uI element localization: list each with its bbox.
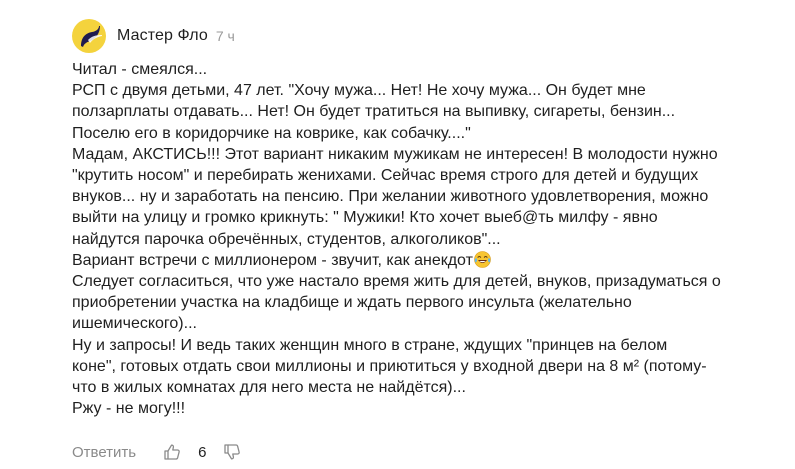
avatar[interactable] — [72, 19, 106, 53]
comment-line-with-emoji: Вариант встречи с миллионером - звучит, … — [72, 250, 772, 271]
comment-line: РСП с двумя детьми, 47 лет. "Хочу мужа..… — [72, 82, 646, 100]
comment-line: Мадам, АКСТИСЬ!!! Этот вариант никаким м… — [72, 145, 718, 163]
like-count: 6 — [198, 443, 207, 461]
comment-line: Читал - смеялся... — [72, 61, 208, 78]
comment-line: приобретении участка на кладбище и ждать… — [72, 294, 632, 312]
author-name[interactable]: Мастер Фло — [117, 27, 208, 45]
comment-line: Поселю его в коридорчике на коврике, как… — [72, 124, 471, 142]
comment-header: Мастер Фло 7 ч — [72, 18, 235, 54]
avatar-icon — [81, 26, 102, 47]
dislike-button[interactable] — [222, 442, 242, 462]
comment-actions: Ответить 6 — [72, 441, 242, 463]
comment-line: Следует согласиться, что уже настало вре… — [72, 273, 721, 291]
comment-line: ишемического)... — [72, 315, 197, 333]
reply-button[interactable]: Ответить — [72, 444, 136, 461]
comment-line: "крутить носом" и перебирать женихами. С… — [72, 167, 699, 185]
like-button[interactable] — [162, 442, 182, 462]
comment-line: что в жилых комнатах для него места не н… — [72, 379, 466, 397]
comment-line: выйти на улицу и громко крикнуть: " Мужи… — [72, 209, 658, 227]
comment-line: найдутся парочка обречённых, студентов, … — [72, 230, 501, 248]
comment-line: Ну и запросы! И ведь таких женщин много … — [72, 336, 668, 354]
laughing-crying-emoji-icon — [474, 251, 491, 268]
comment-time: 7 ч — [215, 28, 235, 44]
thumbs-up-icon — [164, 444, 180, 460]
comment-line: Ржу - не могу!!! — [72, 400, 186, 418]
comment-line: коне", готовых отдать свои миллионы и пр… — [72, 357, 707, 375]
comment-card: Мастер Фло 7 ч Читал - смеялся... РСП с … — [0, 0, 795, 469]
comment-line-text: Вариант встречи с миллионером - звучит, … — [72, 251, 473, 269]
thumbs-down-icon — [224, 444, 241, 460]
comment-text: Читал - смеялся... РСП с двумя детьми, 4… — [72, 59, 772, 419]
comment-line: внуков... ну и заработать на пенсию. При… — [72, 188, 709, 206]
comment-line: ползарплаты отдавать... Нет! Он будет тр… — [72, 103, 676, 121]
